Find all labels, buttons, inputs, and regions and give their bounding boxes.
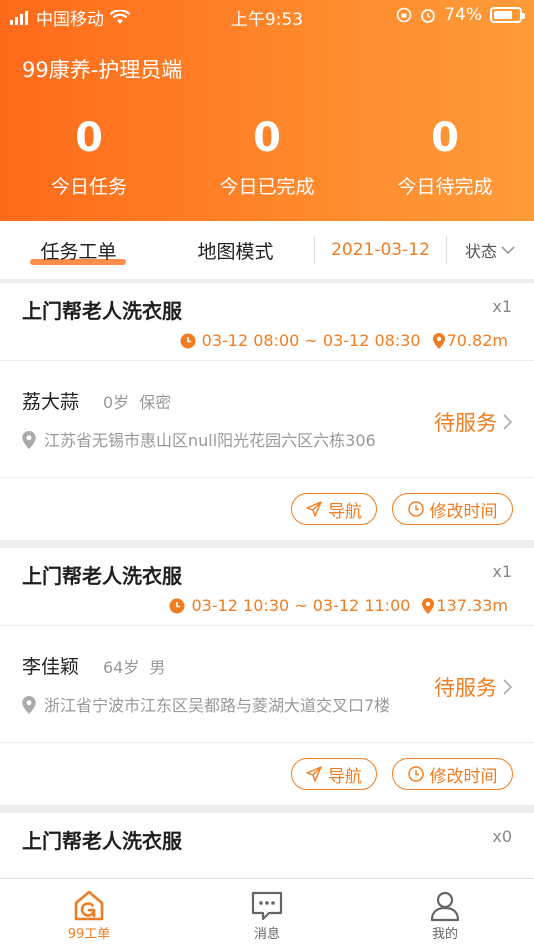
app-title: 99康养-护理员端 xyxy=(22,58,183,82)
order-state[interactable]: 待服务 xyxy=(434,407,512,437)
client-address: 浙江省宁波市江东区吴都路与菱湖大道交叉口7楼 xyxy=(44,696,391,715)
client-gender: 保密 xyxy=(139,393,172,412)
stat-label: 今日待完成 xyxy=(397,176,493,198)
nav-orders[interactable]: 99工单 xyxy=(0,879,178,950)
order-list: 上门帮老人洗衣服 x1 03-12 08:00 ~ 03-12 08:30 70… xyxy=(0,283,534,899)
alarm-icon xyxy=(421,9,436,23)
order-card[interactable]: 上门帮老人洗衣服 x1 03-12 10:30 ~ 03-12 11:00 13… xyxy=(0,548,534,805)
order-state-label: 待服务 xyxy=(434,411,497,435)
clock-icon xyxy=(169,598,185,613)
app-header: 中国移动 上午9:53 74% 99康养-护理员端 0 今日任务 0 今日已完成… xyxy=(0,0,534,221)
order-actions: 导航 修改时间 xyxy=(0,743,534,805)
home-g-icon xyxy=(74,890,104,921)
order-title: 上门帮老人洗衣服 xyxy=(22,299,182,323)
order-actions: 导航 修改时间 xyxy=(0,478,534,540)
tab-bar: 任务工单 地图模式 2021-03-12 状态 xyxy=(0,221,534,279)
navigate-button[interactable]: 导航 xyxy=(291,493,377,525)
orientation-lock-icon xyxy=(396,7,412,23)
date-label: 2021-03-12 xyxy=(331,240,430,260)
user-icon xyxy=(430,891,460,922)
order-distance: 137.33m xyxy=(436,596,508,615)
client-address-row: 江苏省无锡市惠山区null阳光花园六区六栋306 xyxy=(22,429,402,453)
send-icon xyxy=(306,501,322,517)
navigate-button[interactable]: 导航 xyxy=(291,758,377,790)
edit-time-label: 修改时间 xyxy=(429,501,498,522)
order-quantity: x1 xyxy=(492,297,512,316)
client-meta: 64岁 男 xyxy=(103,654,165,678)
bottom-nav: 99工单 消息 我的 xyxy=(0,878,534,950)
order-title: 上门帮老人洗衣服 xyxy=(22,564,182,588)
location-pin-icon xyxy=(432,332,445,349)
client-gender: 男 xyxy=(149,658,166,677)
client-address-row: 浙江省宁波市江东区吴都路与菱湖大道交叉口7楼 xyxy=(22,694,402,718)
client-name: 荔大蒜 xyxy=(22,391,80,413)
order-time-row: 03-12 10:30 ~ 03-12 11:00 137.33m xyxy=(169,596,508,615)
nav-profile[interactable]: 我的 xyxy=(356,879,534,950)
location-pin-icon xyxy=(22,696,36,714)
order-time-row: 03-12 08:00 ~ 03-12 08:30 70.82m xyxy=(180,331,508,350)
edit-time-label: 修改时间 xyxy=(429,766,498,787)
nav-messages[interactable]: 消息 xyxy=(178,879,356,950)
tab-label: 地图模式 xyxy=(197,240,274,263)
navigate-label: 导航 xyxy=(328,501,362,522)
nav-label: 我的 xyxy=(431,927,458,942)
clock-icon xyxy=(180,333,196,348)
order-body[interactable]: 荔大蒜 0岁 保密 江苏省无锡市惠山区null阳光花园六区六栋306 待服务 xyxy=(0,361,534,478)
tab-map-mode[interactable]: 地图模式 xyxy=(157,221,314,279)
order-quantity: x1 xyxy=(492,562,512,581)
stat-today-pending[interactable]: 0 今日待完成 xyxy=(356,112,534,199)
stat-today-tasks[interactable]: 0 今日任务 xyxy=(0,112,178,199)
stat-value: 0 xyxy=(75,115,103,161)
tab-task-orders[interactable]: 任务工单 xyxy=(0,221,157,279)
chevron-down-icon xyxy=(501,246,515,255)
navigate-label: 导航 xyxy=(328,766,362,787)
location-pin-icon xyxy=(422,597,435,614)
edit-time-button[interactable]: 修改时间 xyxy=(392,493,513,525)
order-quantity: x0 xyxy=(492,827,512,846)
message-icon xyxy=(251,891,283,921)
order-body[interactable]: 李佳颖 64岁 男 浙江省宁波市江东区吴都路与菱湖大道交叉口7楼 待服务 xyxy=(0,626,534,743)
battery-level xyxy=(494,11,512,19)
stat-value: 0 xyxy=(431,115,459,161)
nav-label: 消息 xyxy=(253,927,280,942)
nav-label: 99工单 xyxy=(67,927,111,942)
order-header: 上门帮老人洗衣服 x1 03-12 08:00 ~ 03-12 08:30 70… xyxy=(0,283,534,361)
tab-label: 任务工单 xyxy=(40,240,117,263)
stat-label: 今日已完成 xyxy=(219,176,315,198)
battery-percent: 74% xyxy=(444,5,482,25)
status-bar: 中国移动 上午9:53 74% xyxy=(0,0,534,32)
order-state[interactable]: 待服务 xyxy=(434,672,512,702)
edit-time-button[interactable]: 修改时间 xyxy=(392,758,513,790)
client-name: 李佳颖 xyxy=(22,656,80,678)
order-header: 上门帮老人洗衣服 x1 03-12 10:30 ~ 03-12 11:00 13… xyxy=(0,548,534,626)
stat-today-completed[interactable]: 0 今日已完成 xyxy=(178,112,356,199)
chevron-right-icon xyxy=(503,679,512,695)
status-filter-label: 状态 xyxy=(464,242,497,261)
order-state-label: 待服务 xyxy=(434,676,497,700)
status-filter[interactable]: 状态 xyxy=(447,221,533,279)
stat-value: 0 xyxy=(253,115,281,161)
order-time: 03-12 08:00 ~ 03-12 08:30 xyxy=(201,331,421,350)
location-pin-icon xyxy=(22,431,36,449)
client-address: 江苏省无锡市惠山区null阳光花园六区六栋306 xyxy=(44,431,376,450)
send-icon xyxy=(306,766,322,782)
order-title: 上门帮老人洗衣服 xyxy=(22,829,182,853)
battery-icon xyxy=(490,7,525,23)
chevron-right-icon xyxy=(503,414,512,430)
clock-outline-icon xyxy=(407,501,424,517)
stats-row: 0 今日任务 0 今日已完成 0 今日待完成 xyxy=(0,112,534,199)
order-card[interactable]: 上门帮老人洗衣服 x1 03-12 08:00 ~ 03-12 08:30 70… xyxy=(0,283,534,540)
client-meta: 0岁 保密 xyxy=(103,389,171,413)
order-distance: 70.82m xyxy=(446,331,508,350)
stat-label: 今日任务 xyxy=(50,176,127,198)
client-age: 0岁 xyxy=(103,393,130,412)
date-picker[interactable]: 2021-03-12 xyxy=(315,221,446,279)
clock-outline-icon xyxy=(407,766,424,782)
order-time: 03-12 10:30 ~ 03-12 11:00 xyxy=(191,596,411,615)
client-age: 64岁 xyxy=(103,658,140,677)
